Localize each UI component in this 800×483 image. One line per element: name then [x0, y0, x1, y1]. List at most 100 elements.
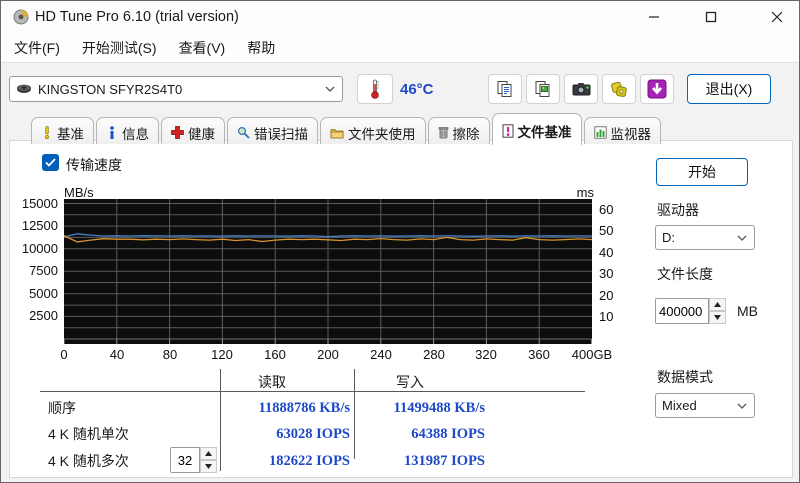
tab-label: 文件基准 [517, 125, 572, 140]
y-left-tick-label: 2500 [29, 308, 58, 323]
benchmark-icon [44, 126, 50, 139]
menu-start-test[interactable]: 开始测试(S) [71, 33, 168, 63]
x-tick-label: 400GB [571, 347, 613, 362]
download-icon [647, 79, 667, 99]
error-scan-icon [237, 126, 250, 139]
y-left-tick-label: 15000 [21, 196, 58, 211]
start-button[interactable]: 开始 [656, 158, 748, 186]
download-button[interactable] [640, 74, 674, 104]
queue-depth-spinner [200, 447, 217, 473]
y-axis-right-unit: ms [576, 185, 594, 200]
close-icon [771, 11, 783, 23]
column-header-read: 读取 [258, 374, 286, 390]
thermometer-icon [371, 79, 379, 99]
maximize-icon [705, 11, 717, 23]
temperature-button[interactable] [357, 74, 393, 104]
tab-label: 擦除 [452, 126, 480, 142]
disk-icon [17, 84, 31, 93]
4k-single-read-value: 63028 IOPS [276, 426, 350, 442]
x-tick-label: 80 [162, 347, 178, 362]
tab-label: 信息 [122, 126, 149, 142]
y-left-tick-label: 5000 [29, 286, 58, 301]
y-axis-left-unit: MB/s [64, 185, 94, 200]
copy-text-button[interactable] [488, 74, 522, 104]
spin-up-button[interactable] [200, 447, 217, 460]
erase-icon [438, 127, 448, 139]
arrow-up-icon [205, 451, 212, 456]
y-right-tick-label: 20 [599, 288, 614, 303]
copy-image-icon [535, 81, 550, 97]
drive-dropdown[interactable]: D: [655, 225, 755, 250]
chevron-down-icon [737, 403, 747, 409]
y-right-tick-label: 30 [599, 266, 614, 281]
file-length-input[interactable] [655, 298, 709, 324]
spin-down-button[interactable] [200, 460, 217, 473]
menu-help[interactable]: 帮助 [236, 33, 286, 63]
tab-erase[interactable]: 擦除 [427, 117, 490, 144]
arrow-down-icon [714, 315, 721, 320]
tab-benchmark[interactable]: 基准 [31, 117, 94, 144]
y-right-tick-label: 10 [599, 309, 614, 324]
data-mode-dropdown[interactable]: Mixed [655, 393, 755, 418]
4k-single-write-value: 64388 IOPS [411, 426, 485, 442]
tab-folder-usage[interactable]: 文件夹使用 [320, 117, 426, 144]
tab-strip: 基准 信息 健康 错误扫描 文件夹使用 擦除 文件基准 监视器 [31, 113, 661, 145]
arrow-down-icon [205, 464, 212, 469]
info-icon [110, 126, 114, 139]
menu-bar: 文件(F) 开始测试(S) 查看(V) 帮助 [1, 33, 799, 63]
column-header-write: 写入 [396, 374, 424, 390]
minimize-icon [649, 16, 659, 18]
start-button-label: 开始 [688, 164, 716, 180]
minimize-button[interactable] [631, 1, 677, 33]
y-left-tick-label: 12500 [21, 218, 58, 233]
screenshot-button[interactable] [564, 74, 598, 104]
title-bar: HD Tune Pro 6.10 (trial version) [1, 1, 799, 33]
x-tick-label: 120 [211, 347, 233, 362]
tab-label: 基准 [57, 126, 84, 142]
drive-selector[interactable]: KINGSTON SFYR2S4T0 [9, 76, 343, 102]
file-benchmark-icon [502, 124, 513, 138]
chevron-down-icon [325, 86, 335, 92]
window-title: HD Tune Pro 6.10 (trial version) [35, 9, 239, 25]
y-right-tick-label: 50 [599, 223, 614, 238]
folder-usage-icon [330, 128, 344, 138]
exit-button[interactable]: 退出(X) [687, 74, 771, 104]
drive-dropdown-value: D: [662, 230, 675, 245]
close-button[interactable] [753, 1, 799, 33]
spin-down-button[interactable] [709, 311, 726, 324]
tab-error-scan[interactable]: 错误扫描 [227, 117, 318, 144]
save-results-icon [611, 81, 627, 97]
y-right-tick-label: 40 [599, 245, 614, 260]
file-length-unit: MB [737, 303, 758, 319]
tab-label: 文件夹使用 [348, 126, 416, 142]
tab-file-benchmark[interactable]: 文件基准 [491, 113, 582, 145]
menu-view[interactable]: 查看(V) [168, 33, 237, 63]
x-tick-label: 200 [317, 347, 339, 362]
transfer-speed-label: 传输速度 [66, 157, 122, 173]
spin-up-button[interactable] [709, 298, 726, 311]
y-left-tick-label: 7500 [29, 263, 58, 278]
save-results-button[interactable] [602, 74, 636, 104]
transfer-speed-chart [64, 199, 592, 344]
app-logo-icon [13, 9, 29, 25]
exit-button-label: 退出(X) [705, 81, 753, 97]
y-left-tick-label: 10000 [21, 241, 58, 256]
screenshot-icon [572, 83, 590, 96]
x-tick-label: 160 [264, 347, 286, 362]
file-benchmark-panel: 传输速度 开始 MB/s ms 15000 12500 10000 7500 5000 2… [9, 140, 793, 478]
temperature-value: 46°C [400, 81, 434, 98]
tab-monitor[interactable]: 监视器 [583, 117, 661, 144]
transfer-speed-checkbox[interactable] [42, 154, 59, 171]
x-tick-label: 0 [60, 347, 68, 362]
tab-health[interactable]: 健康 [161, 117, 225, 144]
maximize-button[interactable] [688, 1, 734, 33]
row-label-4k-random-single: 4 K 随机单次 [48, 426, 129, 442]
check-icon [45, 158, 56, 167]
tab-info[interactable]: 信息 [96, 117, 159, 144]
x-tick-label: 240 [370, 347, 392, 362]
4k-multi-write-value: 131987 IOPS [404, 453, 485, 469]
copy-image-button[interactable] [526, 74, 560, 104]
menu-file[interactable]: 文件(F) [3, 33, 71, 63]
queue-depth-input[interactable] [170, 447, 200, 473]
tab-label: 健康 [188, 126, 215, 142]
